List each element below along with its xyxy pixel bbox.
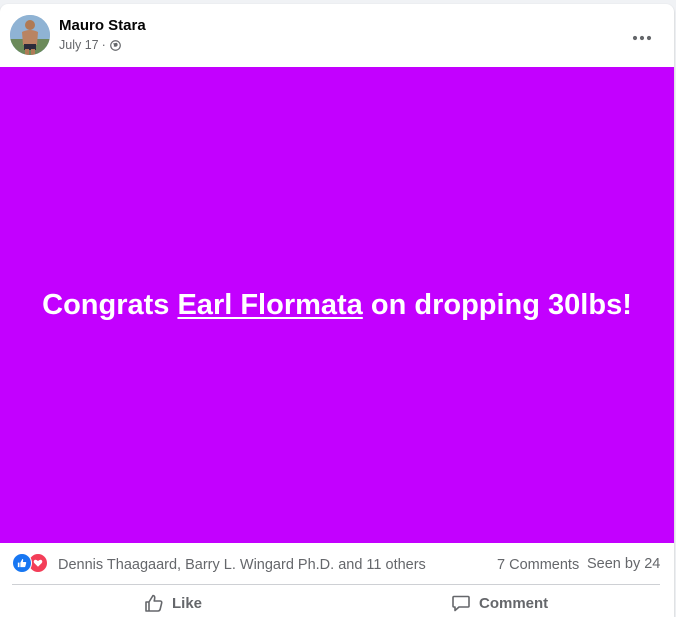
banner-text-before: Congrats: [42, 288, 178, 321]
comment-button[interactable]: Comment: [451, 585, 548, 617]
more-options-icon[interactable]: [624, 20, 660, 56]
post-meta: July 17 ·: [59, 38, 121, 52]
reaction-names[interactable]: Dennis Thaagaard, Barry L. Wingard Ph.D.…: [58, 557, 426, 573]
post-banner: Congrats Earl Flormata on dropping 30lbs…: [0, 67, 674, 543]
comment-label: Comment: [479, 594, 549, 612]
thumbs-up-icon: [144, 593, 164, 613]
like-label: Like: [172, 594, 203, 612]
post-card: Mauro Stara July 17 · Congrats Earl Flor…: [0, 4, 674, 617]
author-name[interactable]: Mauro Stara: [59, 17, 146, 34]
seen-by[interactable]: Seen by 24: [587, 556, 660, 572]
avatar[interactable]: [10, 15, 50, 55]
avatar-image: [10, 15, 50, 55]
mention-link[interactable]: Earl Flormata: [177, 289, 362, 321]
post-header: Mauro Stara July 17 ·: [0, 4, 674, 67]
meta-separator: ·: [101, 38, 106, 52]
comment-bubble-icon: [451, 593, 471, 613]
banner-text-after: on dropping 30lbs!: [362, 288, 632, 321]
globe-icon[interactable]: [109, 39, 121, 51]
reaction-icons[interactable]: [12, 553, 52, 573]
post-actions: Like Comment: [0, 585, 674, 617]
comments-count[interactable]: 7 Comments: [497, 557, 579, 573]
reactions-bar: Dennis Thaagaard, Barry L. Wingard Ph.D.…: [0, 543, 674, 583]
banner-text: Congrats Earl Flormata on dropping 30lbs…: [42, 289, 632, 322]
post-date[interactable]: July 17: [59, 38, 99, 52]
like-button[interactable]: Like: [144, 585, 202, 617]
like-reaction-icon: [12, 553, 32, 573]
